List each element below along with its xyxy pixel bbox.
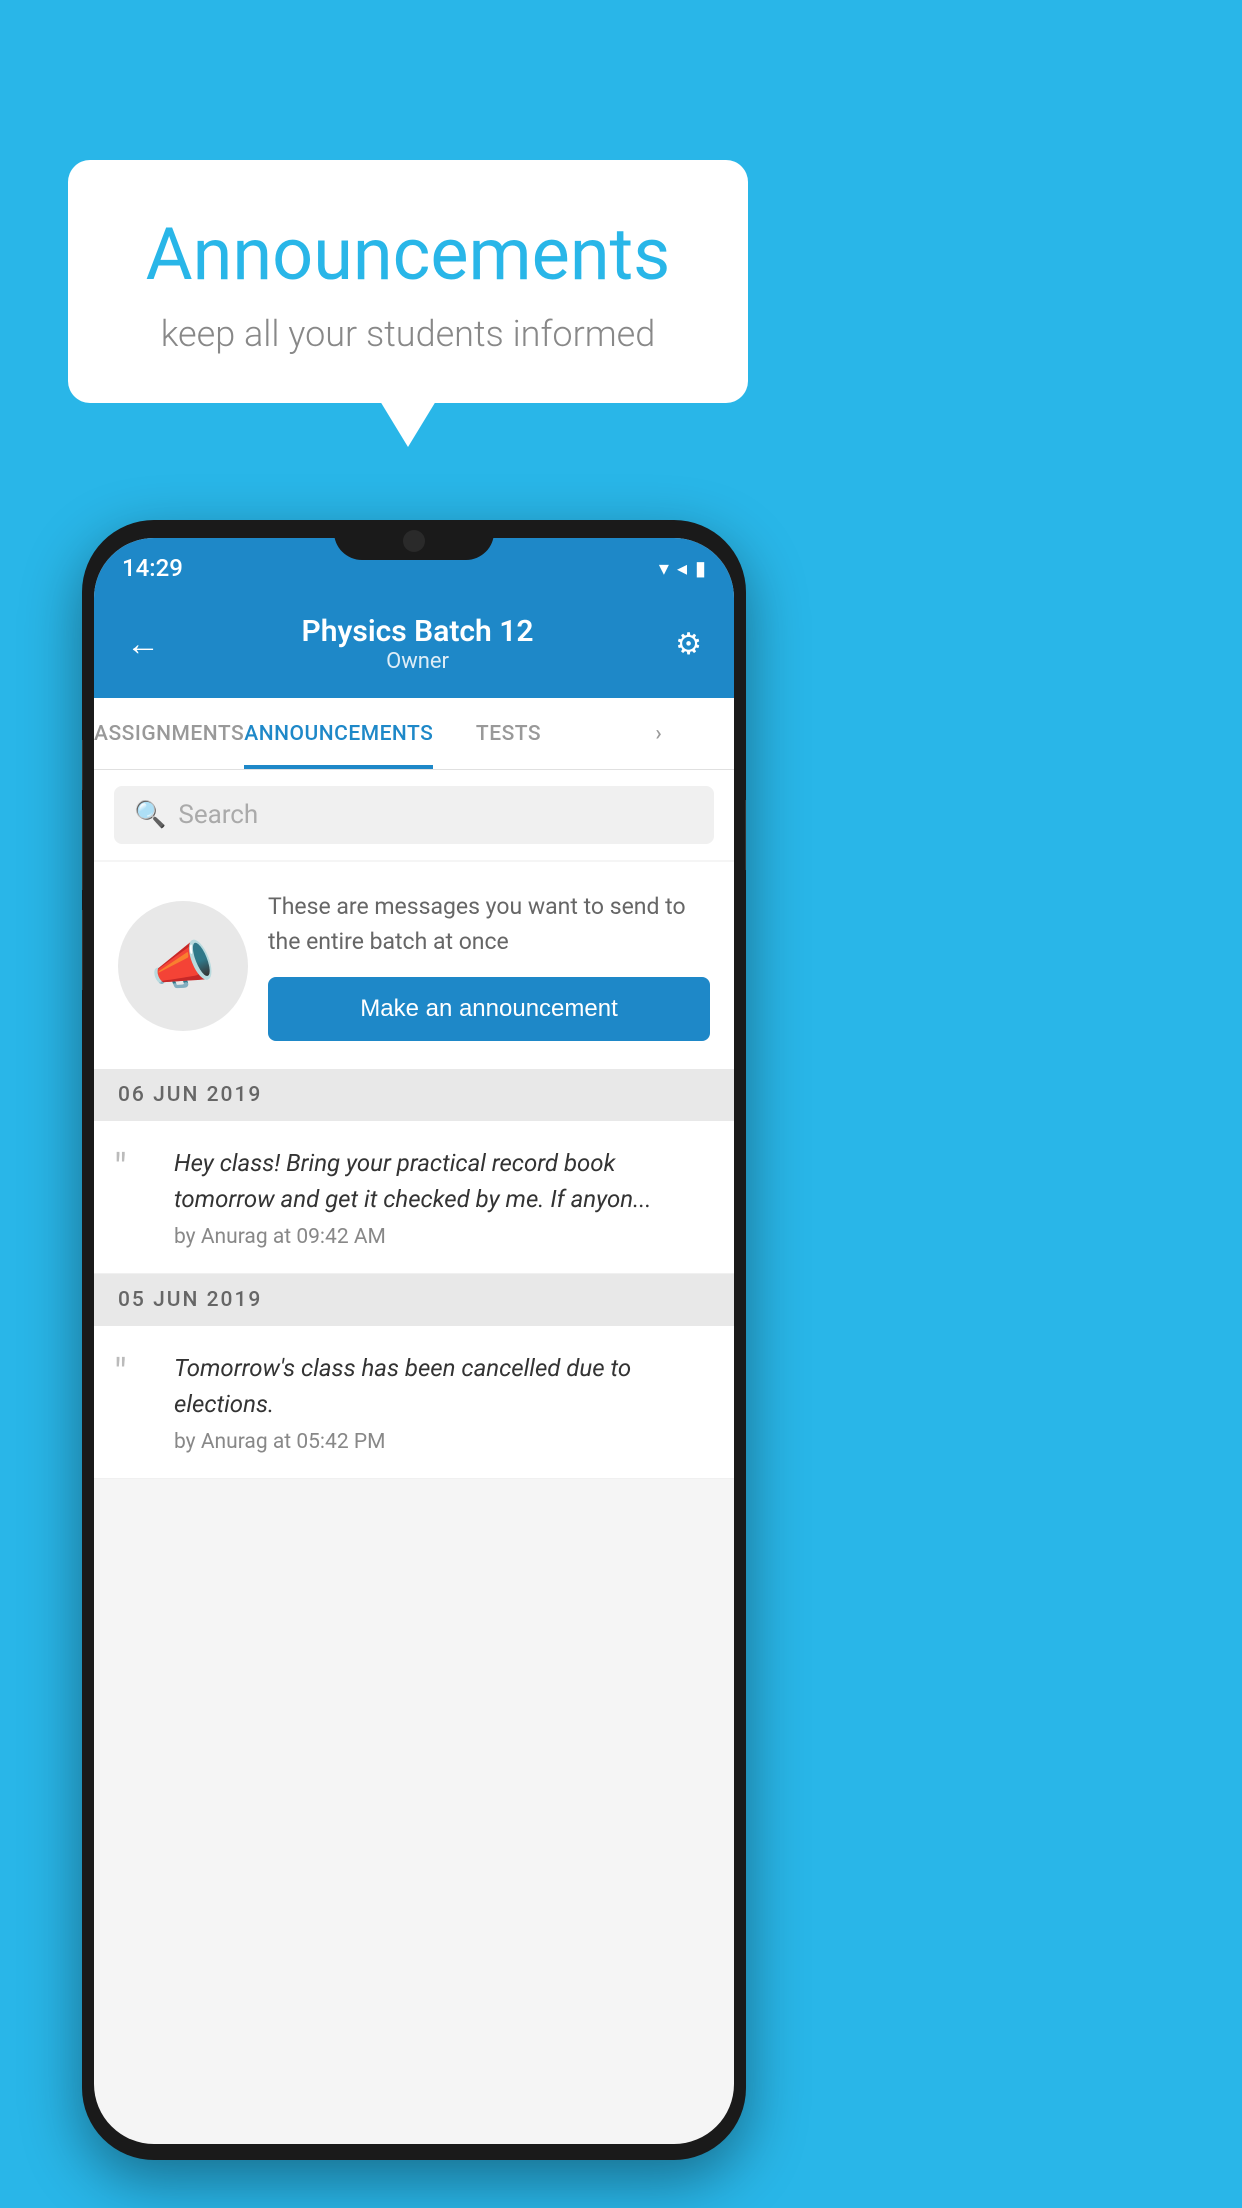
signal-icon: ◂ bbox=[677, 556, 687, 580]
tab-assignments[interactable]: ASSIGNMENTS bbox=[94, 698, 244, 769]
phone-mute-button bbox=[82, 740, 83, 790]
search-icon: 🔍 bbox=[134, 800, 166, 830]
search-bar-wrap: 🔍 Search bbox=[94, 770, 734, 860]
phone-power-button bbox=[745, 800, 746, 870]
ann-meta-2: by Anurag at 05:42 PM bbox=[174, 1430, 714, 1454]
status-icons: ▾ ◂ ▮ bbox=[659, 556, 706, 580]
phone-notch bbox=[334, 520, 494, 560]
bubble-title: Announcements bbox=[128, 212, 688, 297]
quote-icon-2: " bbox=[114, 1350, 158, 1394]
promo-card: 📣 These are messages you want to send to… bbox=[94, 862, 734, 1069]
batch-subtitle: Owner bbox=[168, 649, 667, 674]
promo-right: These are messages you want to send to t… bbox=[268, 890, 710, 1041]
megaphone-icon: 📣 bbox=[151, 935, 216, 996]
search-placeholder: Search bbox=[178, 800, 258, 830]
bubble-subtitle: keep all your students informed bbox=[128, 313, 688, 355]
speech-bubble-container: Announcements keep all your students inf… bbox=[68, 160, 748, 403]
wifi-icon: ▾ bbox=[659, 556, 669, 580]
ann-meta-1: by Anurag at 09:42 AM bbox=[174, 1225, 714, 1249]
phone-vol-down-button bbox=[82, 910, 83, 990]
promo-description: These are messages you want to send to t… bbox=[268, 890, 710, 959]
search-bar[interactable]: 🔍 Search bbox=[114, 786, 714, 844]
phone-screen: 14:29 ▾ ◂ ▮ ← Physics Batch 12 Owner ⚙ A… bbox=[94, 538, 734, 2144]
phone-frame: 14:29 ▾ ◂ ▮ ← Physics Batch 12 Owner ⚙ A… bbox=[82, 520, 746, 2160]
phone-vol-up-button bbox=[82, 810, 83, 890]
announcement-item-1[interactable]: " Hey class! Bring your practical record… bbox=[94, 1121, 734, 1274]
tab-more[interactable]: › bbox=[584, 698, 734, 769]
promo-icon-circle: 📣 bbox=[118, 901, 248, 1031]
tab-announcements[interactable]: ANNOUNCEMENTS bbox=[244, 698, 433, 769]
ann-content-2: Tomorrow's class has been cancelled due … bbox=[174, 1350, 714, 1454]
app-header: ← Physics Batch 12 Owner ⚙ bbox=[94, 590, 734, 698]
tabs-bar: ASSIGNMENTS ANNOUNCEMENTS TESTS › bbox=[94, 698, 734, 770]
make-announcement-button[interactable]: Make an announcement bbox=[268, 977, 710, 1041]
content-area: 🔍 Search 📣 These are messages you want t… bbox=[94, 770, 734, 1479]
phone-container: 14:29 ▾ ◂ ▮ ← Physics Batch 12 Owner ⚙ A… bbox=[82, 520, 746, 2160]
status-time: 14:29 bbox=[122, 554, 183, 582]
ann-text-2: Tomorrow's class has been cancelled due … bbox=[174, 1350, 714, 1422]
ann-content-1: Hey class! Bring your practical record b… bbox=[174, 1145, 714, 1249]
phone-camera bbox=[403, 530, 425, 552]
battery-icon: ▮ bbox=[695, 556, 706, 580]
date-divider-2: 05 JUN 2019 bbox=[94, 1274, 734, 1326]
header-title-block: Physics Batch 12 Owner bbox=[168, 614, 667, 674]
settings-button[interactable]: ⚙ bbox=[667, 619, 710, 670]
back-button[interactable]: ← bbox=[118, 616, 168, 672]
announcement-item-2[interactable]: " Tomorrow's class has been cancelled du… bbox=[94, 1326, 734, 1479]
ann-text-1: Hey class! Bring your practical record b… bbox=[174, 1145, 714, 1217]
quote-icon-1: " bbox=[114, 1145, 158, 1189]
tab-tests[interactable]: TESTS bbox=[433, 698, 583, 769]
speech-bubble: Announcements keep all your students inf… bbox=[68, 160, 748, 403]
date-divider-1: 06 JUN 2019 bbox=[94, 1069, 734, 1121]
batch-title: Physics Batch 12 bbox=[168, 614, 667, 649]
